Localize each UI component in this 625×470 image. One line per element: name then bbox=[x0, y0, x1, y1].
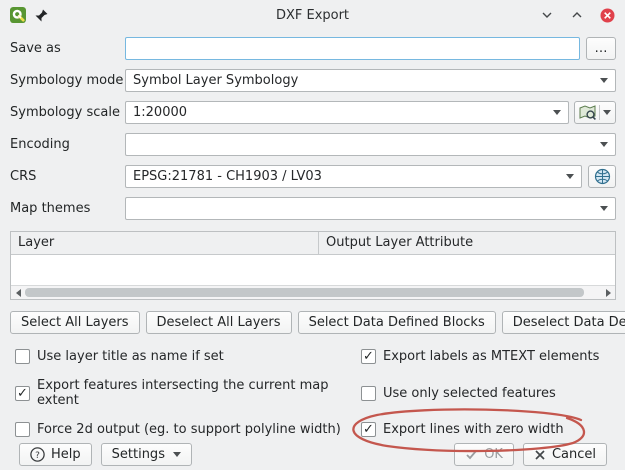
map-themes-row: Map themes bbox=[10, 197, 616, 220]
encoding-label: Encoding bbox=[10, 137, 125, 152]
chevron-down-icon bbox=[600, 142, 608, 147]
cancel-x-icon bbox=[534, 449, 546, 461]
cancel-label: Cancel bbox=[552, 447, 596, 462]
crs-picker-button[interactable] bbox=[588, 165, 616, 188]
chevron-down-icon bbox=[553, 110, 561, 115]
globe-projection-icon bbox=[594, 168, 611, 185]
save-as-row: Save as … bbox=[10, 37, 616, 60]
help-icon: ? bbox=[30, 447, 45, 462]
column-header-output-attribute[interactable]: Output Layer Attribute bbox=[319, 232, 480, 254]
scale-from-canvas-button[interactable] bbox=[574, 101, 616, 124]
pin-icon[interactable] bbox=[33, 7, 49, 23]
window-title: DXF Export bbox=[0, 8, 625, 23]
help-label: Help bbox=[51, 447, 81, 462]
table-header: Layer Output Layer Attribute bbox=[11, 232, 615, 255]
ok-button[interactable]: OK bbox=[454, 443, 514, 466]
qgis-logo-icon bbox=[10, 7, 26, 23]
options-grid: Use layer title as name if set Export la… bbox=[15, 349, 616, 437]
symbology-scale-label: Symbology scale bbox=[10, 105, 125, 120]
table-body[interactable] bbox=[11, 255, 615, 285]
checkbox-box[interactable] bbox=[361, 422, 376, 437]
select-all-layers-button[interactable]: Select All Layers bbox=[10, 311, 140, 334]
maximize-icon[interactable] bbox=[569, 7, 585, 23]
crs-label: CRS bbox=[10, 169, 125, 184]
triangle-left-icon bbox=[16, 289, 21, 297]
checkbox-label: Export labels as MTEXT elements bbox=[383, 349, 599, 364]
ok-label: OK bbox=[484, 447, 503, 462]
checkbox-label: Use only selected features bbox=[383, 386, 556, 401]
checkbox-label: Use layer title as name if set bbox=[37, 349, 224, 364]
symbology-mode-select[interactable]: Symbol Layer Symbology bbox=[125, 69, 616, 92]
horizontal-scrollbar[interactable] bbox=[11, 285, 615, 299]
symbology-scale-select[interactable]: 1:20000 bbox=[125, 101, 569, 124]
checkbox-box[interactable] bbox=[15, 386, 30, 401]
scrollbar-track[interactable] bbox=[25, 288, 601, 297]
symbology-mode-value: Symbol Layer Symbology bbox=[133, 73, 298, 88]
symbology-mode-label: Symbology mode bbox=[10, 73, 125, 88]
column-header-layer[interactable]: Layer bbox=[11, 232, 319, 254]
crs-value: EPSG:21781 - CH1903 / LV03 bbox=[133, 169, 322, 184]
encoding-row: Encoding bbox=[10, 133, 616, 156]
checkbox-export-labels-mtext[interactable]: Export labels as MTEXT elements bbox=[361, 349, 616, 364]
map-scale-icon bbox=[579, 104, 596, 121]
deselect-all-layers-button[interactable]: Deselect All Layers bbox=[146, 311, 292, 334]
crs-row: CRS EPSG:21781 - CH1903 / LV03 bbox=[10, 165, 616, 188]
layers-table: Layer Output Layer Attribute bbox=[10, 231, 616, 300]
browse-button[interactable]: … bbox=[586, 37, 616, 60]
settings-button[interactable]: Settings bbox=[101, 443, 192, 466]
symbology-scale-value: 1:20000 bbox=[133, 105, 187, 120]
triangle-right-icon bbox=[606, 289, 611, 297]
dialog-footer: ? Help Settings OK Cancel bbox=[10, 437, 616, 470]
save-as-label: Save as bbox=[10, 41, 125, 56]
scrollbar-thumb[interactable] bbox=[25, 288, 584, 297]
checkbox-force-2d-output[interactable]: Force 2d output (eg. to support polyline… bbox=[15, 422, 361, 437]
svg-text:?: ? bbox=[35, 451, 40, 461]
checkbox-box[interactable] bbox=[15, 349, 30, 364]
divider bbox=[599, 105, 600, 120]
checkbox-box[interactable] bbox=[361, 386, 376, 401]
save-as-input[interactable] bbox=[125, 37, 580, 60]
cancel-button[interactable]: Cancel bbox=[523, 443, 607, 466]
checkbox-label: Export features intersecting the current… bbox=[37, 378, 361, 408]
chevron-down-icon bbox=[173, 452, 181, 457]
chevron-down-icon bbox=[600, 206, 608, 211]
checkbox-label: Force 2d output (eg. to support polyline… bbox=[37, 422, 341, 437]
titlebar[interactable]: DXF Export bbox=[0, 0, 625, 30]
settings-label: Settings bbox=[112, 447, 165, 462]
checkbox-export-lines-zero-width[interactable]: Export lines with zero width bbox=[361, 422, 616, 437]
encoding-select[interactable] bbox=[125, 133, 616, 156]
chevron-down-icon bbox=[566, 174, 574, 179]
chevron-down-icon bbox=[603, 110, 611, 115]
scroll-right-button[interactable] bbox=[601, 286, 615, 299]
checkbox-use-only-selected[interactable]: Use only selected features bbox=[361, 378, 616, 408]
checkbox-box[interactable] bbox=[15, 422, 30, 437]
scroll-left-button[interactable] bbox=[11, 286, 25, 299]
symbology-mode-row: Symbology mode Symbol Layer Symbology bbox=[10, 69, 616, 92]
select-data-defined-blocks-button[interactable]: Select Data Defined Blocks bbox=[298, 311, 496, 334]
checkbox-export-intersecting-extent[interactable]: Export features intersecting the current… bbox=[15, 378, 361, 408]
minimize-icon[interactable] bbox=[539, 7, 555, 23]
checkbox-label: Export lines with zero width bbox=[383, 422, 564, 437]
close-icon[interactable] bbox=[599, 7, 615, 23]
check-icon bbox=[465, 448, 478, 461]
chevron-down-icon bbox=[600, 78, 608, 83]
symbology-scale-row: Symbology scale 1:20000 bbox=[10, 101, 616, 124]
deselect-data-defined-blocks-button[interactable]: Deselect Data Defined Blocks bbox=[502, 311, 625, 334]
map-themes-label: Map themes bbox=[10, 201, 125, 216]
help-button[interactable]: ? Help bbox=[19, 443, 92, 466]
checkbox-box[interactable] bbox=[361, 349, 376, 364]
layer-selection-buttons: Select All Layers Deselect All Layers Se… bbox=[10, 311, 616, 334]
crs-select[interactable]: EPSG:21781 - CH1903 / LV03 bbox=[125, 165, 582, 188]
map-themes-select[interactable] bbox=[125, 197, 616, 220]
checkbox-use-layer-title[interactable]: Use layer title as name if set bbox=[15, 349, 361, 364]
dxf-export-dialog: DXF Export bbox=[0, 0, 625, 470]
